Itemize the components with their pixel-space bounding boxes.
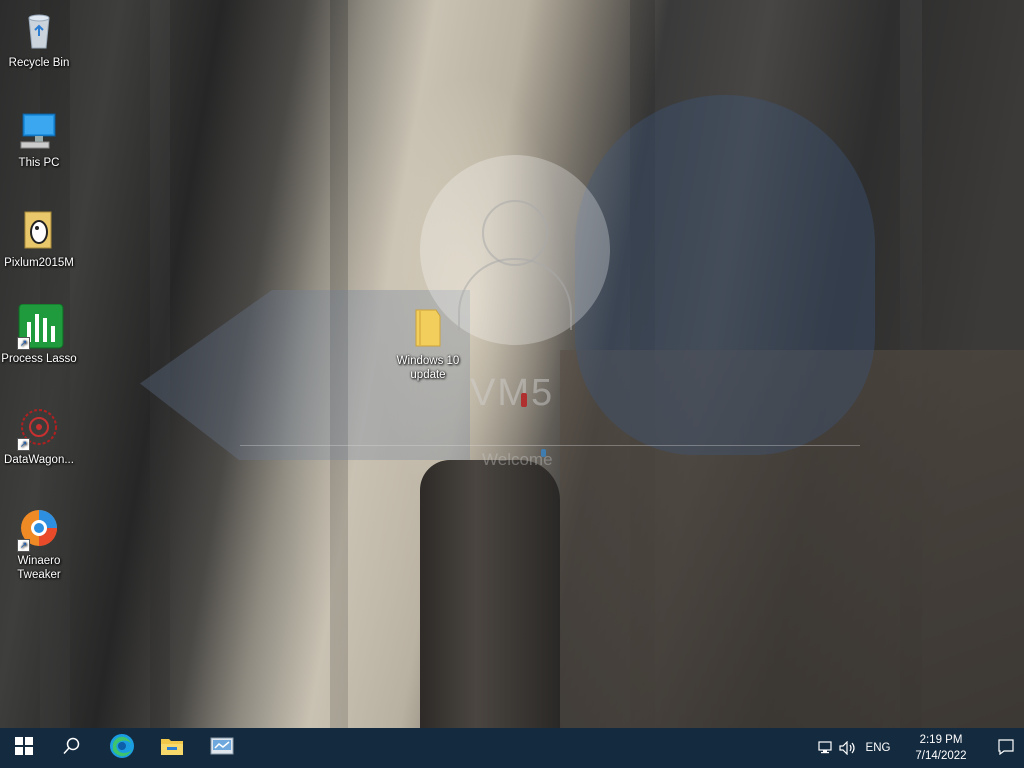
network-icon[interactable] <box>814 728 838 768</box>
climber-figure <box>521 393 527 407</box>
volume-icon[interactable] <box>836 728 860 768</box>
desktop-icon-this-pc[interactable]: This PC <box>1 108 77 170</box>
desktop-icon-recycle-bin[interactable]: Recycle Bin <box>1 8 77 70</box>
action-center-button[interactable] <box>988 728 1024 768</box>
search-button[interactable] <box>48 728 96 768</box>
winaero-tweaker-icon: ↗ <box>17 506 61 552</box>
desktop-icon-label: Windows 10 update <box>396 355 460 381</box>
desktop-icon-label: Pixlum2015M <box>4 257 74 269</box>
windows-logo-icon <box>15 736 33 760</box>
taskbar-file-explorer[interactable] <box>148 728 196 768</box>
this-pc-icon <box>17 108 61 152</box>
clock-time: 2:19 PM <box>919 734 963 746</box>
rock-pillar <box>420 460 560 728</box>
desktop-icon-label: Process Lasso <box>1 353 77 365</box>
taskbar-edge[interactable] <box>98 728 146 768</box>
desktop-icon-windows-10-update[interactable]: Windows 10 update <box>390 306 466 382</box>
recycle-bin-icon <box>17 8 61 52</box>
search-icon <box>63 737 81 760</box>
folder-icon <box>406 306 450 350</box>
edge-icon <box>109 733 135 764</box>
shortcut-arrow-icon: ↗ <box>17 539 30 552</box>
datawagon-icon: ↗ <box>17 405 61 451</box>
taskbar-control-panel[interactable] <box>198 728 246 768</box>
clock[interactable]: 2:19 PM 7/14/2022 <box>898 728 984 768</box>
rock-texture <box>150 0 170 728</box>
desktop-icon-datawagon[interactable]: ↗ DataWagon... <box>1 405 77 467</box>
language-indicator[interactable]: ENG <box>862 728 894 768</box>
watermark-blue-shape <box>575 95 875 455</box>
watermark-user-head-icon <box>482 200 548 266</box>
notification-icon <box>998 738 1014 758</box>
pixlum-folder-icon <box>17 208 61 252</box>
watermark-divider <box>240 445 860 446</box>
desktop-icon-label: DataWagon... <box>4 454 74 466</box>
desktop-icon-label: Recycle Bin <box>8 57 70 69</box>
control-panel-icon <box>210 735 234 762</box>
shortcut-arrow-icon: ↗ <box>17 337 30 350</box>
desktop-icon-pixlum[interactable]: Pixlum2015M <box>1 208 77 270</box>
file-explorer-icon <box>160 735 184 762</box>
system-tray: ENG 2:19 PM 7/14/2022 <box>814 728 1024 768</box>
taskbar: ENG 2:19 PM 7/14/2022 <box>0 728 1024 768</box>
process-lasso-icon: ↗ <box>17 303 64 350</box>
climber-figure <box>541 449 546 457</box>
start-button[interactable] <box>0 728 48 768</box>
desktop-icon-label: This PC <box>18 157 60 169</box>
desktop[interactable]: VM5 Welcome Recycle Bin This PC Pixlum20… <box>0 0 1024 728</box>
shortcut-arrow-icon: ↗ <box>17 438 30 451</box>
watermark-text: VM5 <box>470 372 555 414</box>
desktop-icon-process-lasso[interactable]: ↗ Process Lasso <box>1 303 77 366</box>
desktop-icon-label: Winaero Tweaker <box>17 555 61 581</box>
clock-date: 7/14/2022 <box>915 750 967 762</box>
desktop-icon-winaero-tweaker[interactable]: ↗ Winaero Tweaker <box>1 506 77 582</box>
